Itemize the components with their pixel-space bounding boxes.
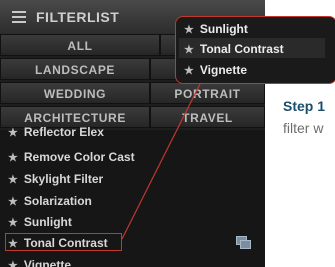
step-text: filter w — [283, 120, 324, 136]
callout-label: Tonal Contrast — [199, 42, 284, 56]
star-icon: ★ — [184, 44, 194, 56]
step-label: Step 1 — [283, 98, 326, 114]
callout-item-selected: ★ Tonal Contrast — [184, 40, 284, 58]
star-icon: ★ — [184, 65, 194, 77]
star-icon: ★ — [184, 24, 194, 36]
step-caption: Step 1 filter w — [283, 95, 325, 139]
callout-item: ★ Sunlight — [184, 20, 248, 38]
callout-label: Vignette — [199, 63, 247, 77]
callout-item: ★ Vignette — [184, 61, 247, 79]
zoom-callout: ★ Sunlight ★ Tonal Contrast ★ Vignette — [175, 16, 335, 84]
callout-label: Sunlight — [199, 22, 248, 36]
